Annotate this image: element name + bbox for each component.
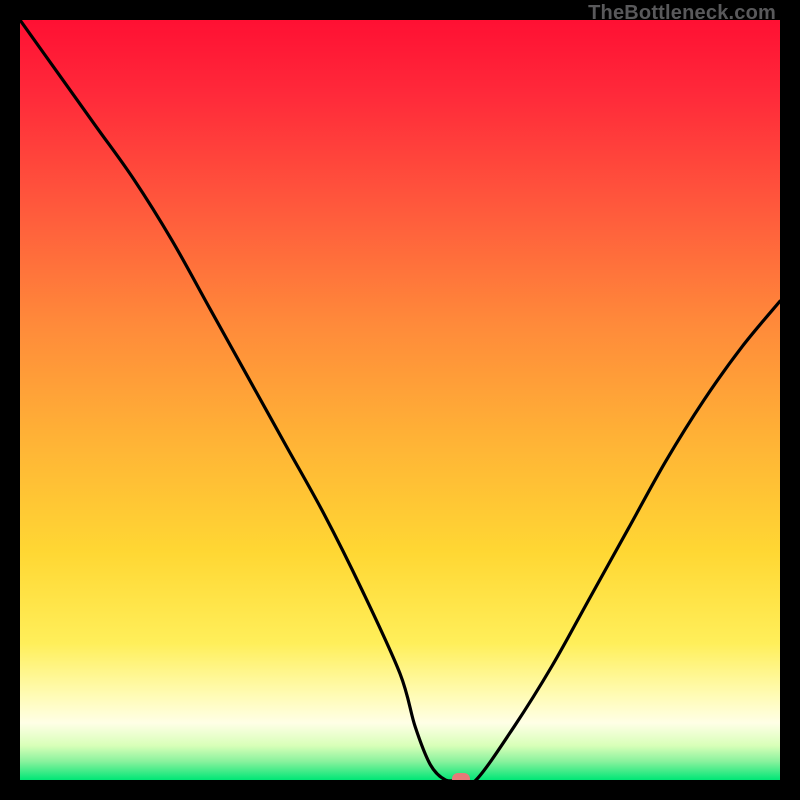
optimal-point-marker	[452, 773, 470, 780]
plot-area	[20, 20, 780, 780]
chart-frame: TheBottleneck.com	[0, 0, 800, 800]
watermark-label: TheBottleneck.com	[588, 2, 776, 25]
bottleneck-curve	[20, 20, 780, 780]
